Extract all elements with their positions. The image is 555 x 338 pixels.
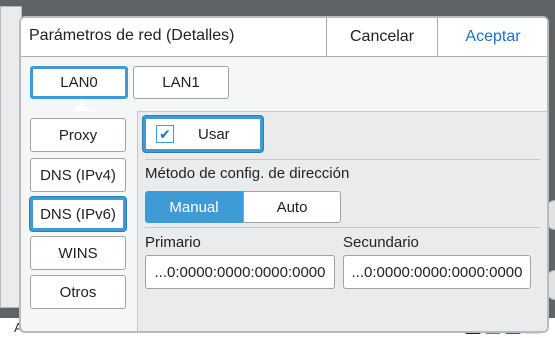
method-manual-button[interactable]: Manual (145, 191, 243, 223)
secondary-dns-field[interactable]: ...0:0000:0000:0000:0000 (343, 255, 531, 289)
use-label: Usar (198, 125, 230, 143)
primary-dns-field[interactable]: ...0:0000:0000:0000:0000 (145, 255, 335, 289)
method-label: Método de config. de dirección (145, 165, 350, 182)
accept-button[interactable]: Aceptar (437, 18, 547, 56)
sidebar-item-dns-ipv4[interactable]: DNS (IPv4) (30, 158, 126, 192)
tab-pointer (73, 102, 91, 111)
sidebar-item-otros[interactable]: Otros (30, 275, 126, 309)
network-details-dialog: Parámetros de red (Detalles) Cancelar Ac… (19, 16, 549, 333)
method-auto-button[interactable]: Auto (243, 191, 341, 223)
dialog-titlebar: Parámetros de red (Detalles) Cancelar Ac… (21, 18, 547, 57)
checkmark-icon: ✔ (156, 125, 174, 143)
sidebar-item-proxy[interactable]: Proxy (30, 118, 126, 152)
secondary-label: Secundario (343, 234, 419, 251)
cancel-button[interactable]: Cancelar (326, 18, 437, 56)
tab-lan1[interactable]: LAN1 (133, 66, 229, 99)
divider (145, 159, 540, 160)
sidebar-item-dns-ipv6[interactable]: DNS (IPv6) (30, 197, 126, 231)
tab-lan0[interactable]: LAN0 (30, 66, 128, 99)
sidebar-item-wins[interactable]: WINS (30, 236, 126, 270)
use-checkbox-button[interactable]: ✔ Usar (143, 116, 263, 152)
dialog-title: Parámetros de red (Detalles) (29, 27, 235, 44)
divider (145, 227, 540, 228)
primary-label: Primario (145, 234, 201, 251)
